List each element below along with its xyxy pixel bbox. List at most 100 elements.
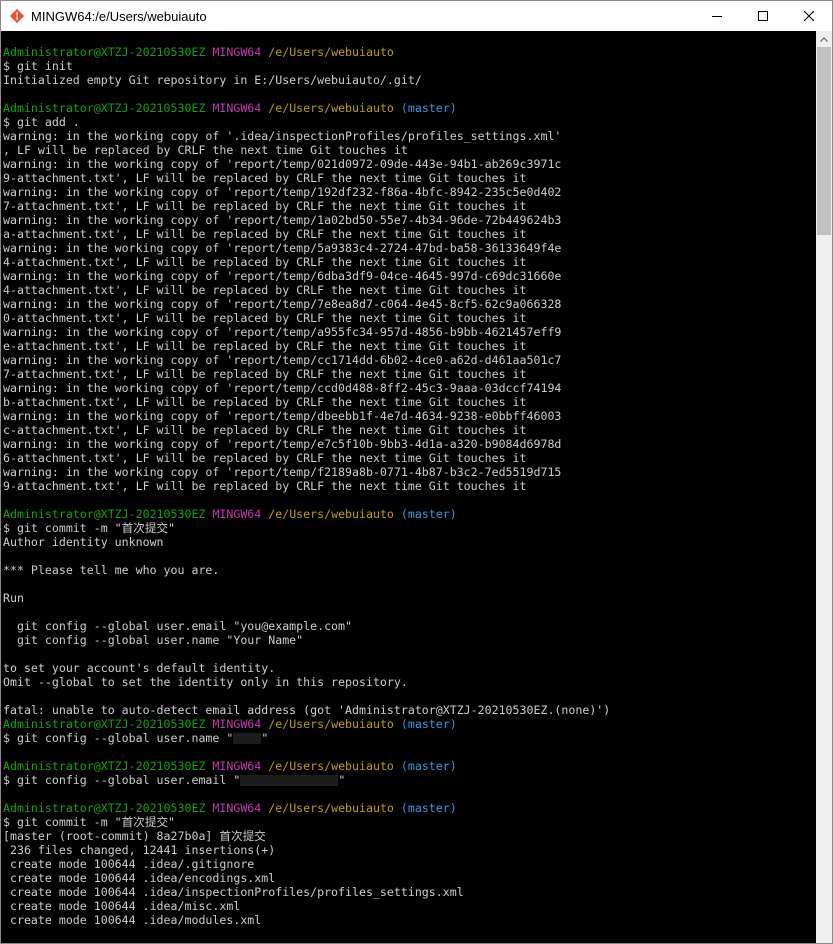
prompt-line: Administrator@XTZJ-20210530EZ MINGW64 /e… [3, 45, 610, 59]
output-line: 6-attachment.txt', LF will be replaced b… [3, 451, 527, 465]
output-line: 0-attachment.txt', LF will be replaced b… [3, 311, 527, 325]
output-line: git config --global user.name "Your Name… [3, 633, 304, 647]
prompt-line: Administrator@XTZJ-20210530EZ MINGW64 /e… [3, 717, 610, 731]
command-text-end: " [261, 731, 269, 745]
prompt-msystem: MINGW64 [212, 45, 262, 59]
prompt-msystem: MINGW64 [212, 717, 262, 731]
prompt-path: /e/Users/webuiauto [268, 717, 394, 731]
output-line: warning: in the working copy of 'report/… [3, 381, 562, 395]
output-line: fatal: unable to auto-detect email addre… [3, 703, 611, 717]
git-mingw-icon [9, 8, 25, 24]
output-line: create mode 100644 .idea/modules.xml [3, 913, 262, 927]
prompt-user: Administrator@XTZJ-20210530EZ [3, 101, 206, 115]
close-icon [804, 11, 814, 21]
output-line: 236 files changed, 12441 insertions(+) [3, 843, 276, 857]
prompt-user: Administrator@XTZJ-20210530EZ [3, 45, 206, 59]
prompt-path: /e/Users/webuiauto [268, 507, 394, 521]
output-line: warning: in the working copy of 'report/… [3, 409, 562, 423]
output-line: create mode 100644 .idea/inspectionProfi… [3, 885, 464, 899]
command-text-end: " [338, 773, 346, 787]
command-line: $ git config --global user.email " " [3, 773, 610, 787]
maximize-icon [758, 11, 768, 21]
maximize-button[interactable] [740, 1, 786, 31]
prompt-user: Administrator@XTZJ-20210530EZ [3, 717, 206, 731]
redacted-value [240, 775, 339, 786]
prompt-line: Administrator@XTZJ-20210530EZ MINGW64 /e… [3, 801, 610, 815]
prompt-line: Administrator@XTZJ-20210530EZ MINGW64 /e… [3, 759, 610, 773]
output-line: e-attachment.txt', LF will be replaced b… [3, 339, 527, 353]
chevron-up-icon [820, 36, 828, 42]
output-line: 7-attachment.txt', LF will be replaced b… [3, 367, 527, 381]
scrollbar-thumb[interactable] [817, 47, 831, 235]
output-line: $ git init [3, 59, 73, 73]
vertical-scrollbar[interactable] [816, 31, 832, 943]
prompt-msystem: MINGW64 [212, 759, 262, 773]
terminal-output[interactable]: Administrator@XTZJ-20210530EZ MINGW64 /e… [1, 31, 816, 943]
output-line: warning: in the working copy of 'report/… [3, 325, 562, 339]
prompt-branch: (master) [400, 759, 457, 773]
minimize-button[interactable] [694, 1, 740, 31]
prompt-branch: (master) [400, 717, 457, 731]
terminal-window: MINGW64:/e/Users/webuiauto Administrator… [0, 0, 833, 944]
prompt-user: Administrator@XTZJ-20210530EZ [3, 507, 206, 521]
output-line: $ git commit -m "首次提交" [3, 815, 176, 829]
output-line: warning: in the working copy of 'report/… [3, 213, 562, 227]
scroll-up-button[interactable] [816, 31, 832, 47]
prompt-line: Administrator@XTZJ-20210530EZ MINGW64 /e… [3, 507, 610, 521]
prompt-user: Administrator@XTZJ-20210530EZ [3, 759, 206, 773]
output-line: b-attachment.txt', LF will be replaced b… [3, 395, 527, 409]
output-line: Omit --global to set the identity only i… [3, 675, 408, 689]
output-line: warning: in the working copy of 'report/… [3, 353, 562, 367]
output-line: 4-attachment.txt', LF will be replaced b… [3, 255, 527, 269]
output-line: Author identity unknown [3, 535, 164, 549]
prompt-msystem: MINGW64 [212, 101, 262, 115]
title-bar[interactable]: MINGW64:/e/Users/webuiauto [1, 1, 832, 31]
output-line: warning: in the working copy of '.idea/i… [3, 129, 562, 143]
prompt-msystem: MINGW64 [212, 507, 262, 521]
prompt-path: /e/Users/webuiauto [268, 759, 394, 773]
output-line: [master (root-commit) 8a27b0a] 首次提交 [3, 829, 266, 843]
output-line: warning: in the working copy of 'report/… [3, 269, 562, 283]
output-line: to set your account's default identity. [3, 661, 276, 675]
output-line: $ git commit -m "首次提交" [3, 521, 176, 535]
minimize-icon [712, 16, 722, 17]
prompt-branch: (master) [400, 101, 457, 115]
prompt-msystem: MINGW64 [212, 801, 262, 815]
output-line: 4-attachment.txt', LF will be replaced b… [3, 283, 527, 297]
output-line: $ git add . [3, 115, 80, 129]
prompt-path: /e/Users/webuiauto [268, 101, 394, 115]
terminal-lines: Administrator@XTZJ-20210530EZ MINGW64 /e… [3, 45, 610, 927]
output-line: c-attachment.txt', LF will be replaced b… [3, 423, 527, 437]
output-line: git config --global user.email "you@exam… [3, 619, 353, 633]
output-line: , LF will be replaced by CRLF the next t… [3, 143, 408, 157]
close-button[interactable] [786, 1, 832, 31]
output-line: warning: in the working copy of 'report/… [3, 297, 562, 311]
prompt-line: Administrator@XTZJ-20210530EZ MINGW64 /e… [3, 101, 610, 115]
prompt-branch: (master) [400, 507, 457, 521]
output-line: warning: in the working copy of 'report/… [3, 437, 562, 451]
prompt-path: /e/Users/webuiauto [268, 801, 394, 815]
output-line: create mode 100644 .idea/misc.xml [3, 899, 241, 913]
output-line: 7-attachment.txt', LF will be replaced b… [3, 199, 527, 213]
output-line: warning: in the working copy of 'report/… [3, 157, 562, 171]
output-line: create mode 100644 .idea/.gitignore [3, 857, 255, 871]
prompt-user: Administrator@XTZJ-20210530EZ [3, 801, 206, 815]
output-line: warning: in the working copy of 'report/… [3, 241, 562, 255]
command-line: $ git config --global user.name " " [3, 731, 610, 745]
command-text: $ git config --global user.email " [3, 773, 241, 787]
output-line: create mode 100644 .idea/encodings.xml [3, 871, 276, 885]
output-line: 9-attachment.txt', LF will be replaced b… [3, 479, 527, 493]
output-line: Run [3, 591, 24, 605]
prompt-path: /e/Users/webuiauto [268, 45, 394, 59]
output-line: 9-attachment.txt', LF will be replaced b… [3, 171, 527, 185]
command-text: $ git config --global user.name " [3, 731, 234, 745]
